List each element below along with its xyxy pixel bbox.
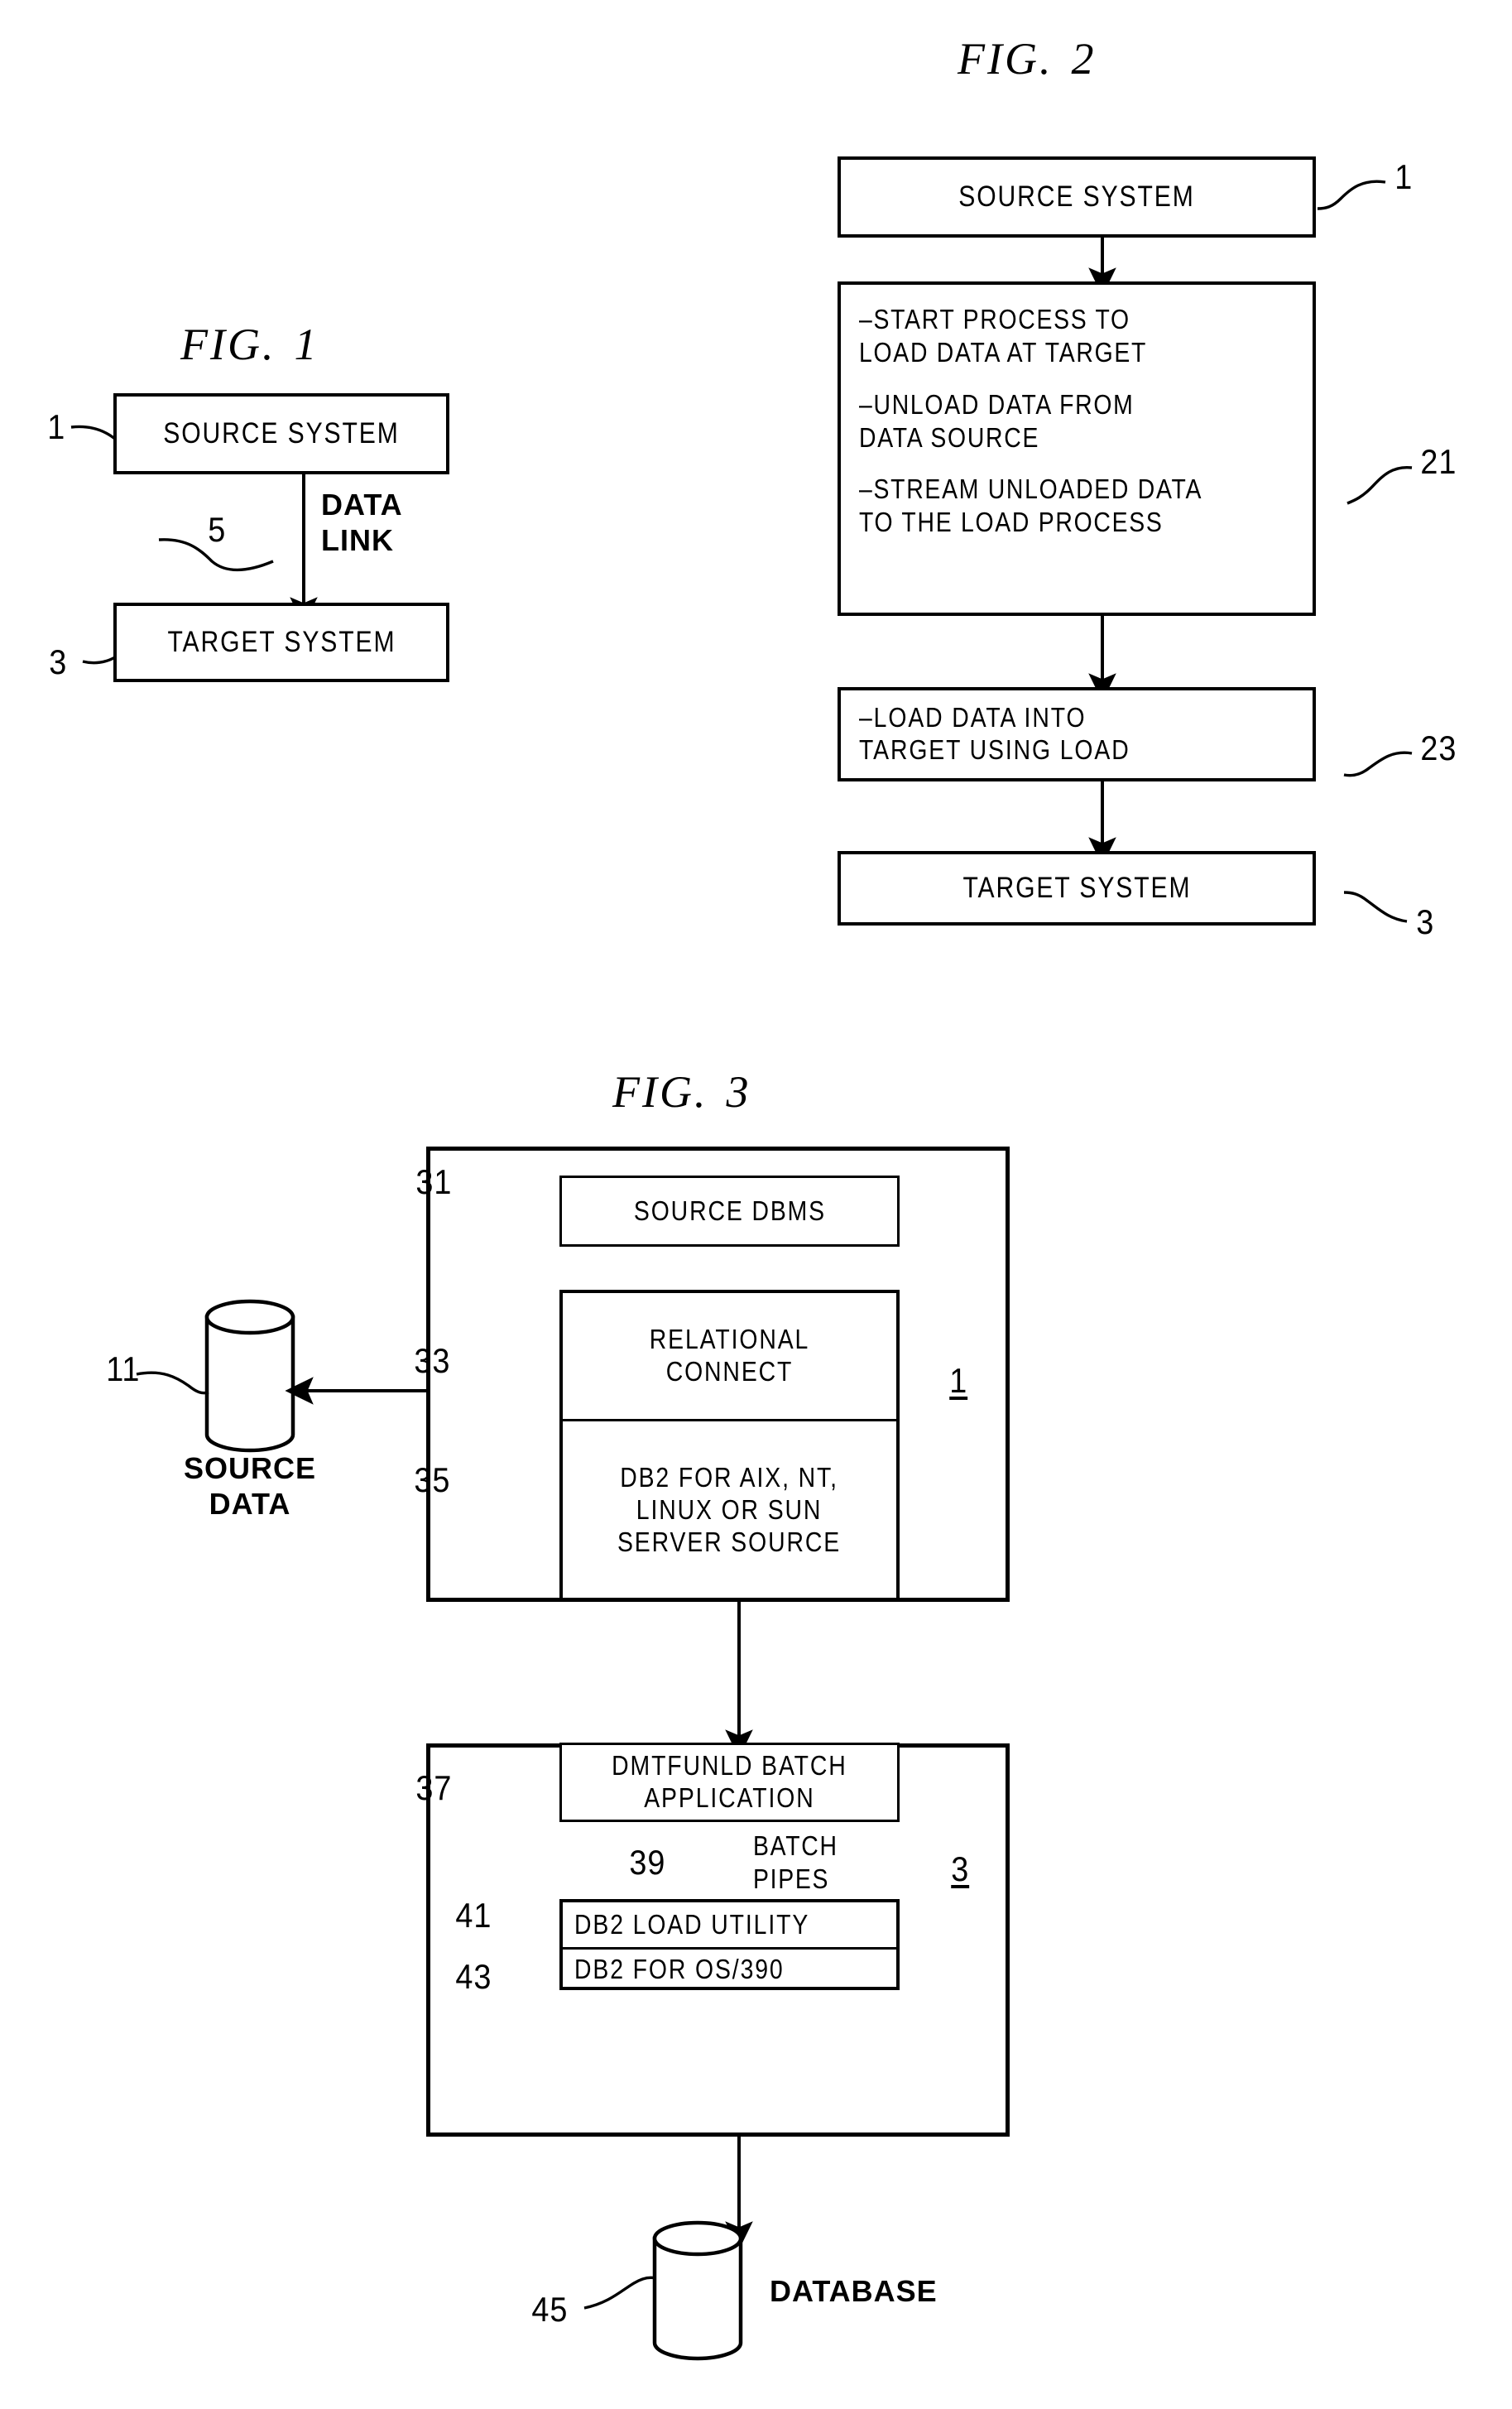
leader-line-fig2-ref21 — [1346, 466, 1413, 505]
fig2-load-label: –LOAD DATA INTO TARGET USING LOAD — [859, 702, 1130, 765]
fig2-process-line-1: –START PROCESS TO LOAD DATA AT TARGET — [859, 304, 1148, 368]
fig1-data-link-label: DATA LINK — [321, 488, 403, 558]
fig3-title: FIG. 3 — [612, 1066, 751, 1118]
fig3-db2-os390-box[interactable]: DB2 FOR OS/390 — [563, 1947, 896, 1990]
fig3-ref-43: 43 — [455, 1957, 492, 1996]
fig3-relational-connect-label: RELATIONAL CONNECT — [649, 1324, 810, 1387]
fig1-target-system-label: TARGET SYSTEM — [166, 626, 396, 659]
fig3-source-dbms-label: SOURCE DBMS — [633, 1195, 826, 1226]
leader-line-fig2-ref1 — [1317, 180, 1386, 210]
fig3-source-dbms-box[interactable]: SOURCE DBMS — [559, 1176, 900, 1247]
fig2-title-prefix: FIG. — [958, 34, 1054, 84]
fig3-dmtfunld-label: DMTFUNLD BATCH APPLICATION — [612, 1750, 847, 1813]
database-cylinder — [652, 2220, 743, 2361]
fig2-title: FIG. 2 — [958, 33, 1096, 84]
fig2-process-box[interactable]: –START PROCESS TO LOAD DATA AT TARGET –U… — [838, 281, 1316, 616]
fig3-ref-39: 39 — [629, 1843, 666, 1882]
fig2-ref-23: 23 — [1420, 728, 1457, 767]
fig3-relational-connect-box[interactable]: RELATIONAL CONNECT — [563, 1293, 896, 1419]
fig3-db2-load-utility-box[interactable]: DB2 LOAD UTILITY — [563, 1902, 896, 1947]
fig3-connect-source-stack[interactable]: RELATIONAL CONNECT DB2 FOR AIX, NT, LINU… — [559, 1290, 900, 1601]
fig3-dmtfunld-box[interactable]: DMTFUNLD BATCH APPLICATION — [559, 1743, 900, 1822]
fig1-ref-5: 5 — [208, 510, 227, 549]
fig1-ref-3: 3 — [49, 642, 68, 681]
fig2-source-system-label: SOURCE SYSTEM — [958, 180, 1195, 214]
fig3-ref-37: 37 — [415, 1768, 453, 1807]
fig3-db2-load-utility-label: DB2 LOAD UTILITY — [574, 1908, 810, 1940]
fig2-ref-1: 1 — [1394, 157, 1414, 196]
fig3-ref-45: 45 — [531, 2290, 569, 2329]
fig2-target-system-label: TARGET SYSTEM — [962, 872, 1192, 905]
leader-line-fig3-ref11 — [136, 1371, 209, 1395]
fig3-ref-33: 33 — [414, 1341, 451, 1380]
fig3-db2-os390-label: DB2 FOR OS/390 — [574, 1954, 785, 1985]
fig2-process-line-3: –STREAM UNLOADED DATA TO THE LOAD PROCES… — [859, 474, 1203, 538]
fig3-target-container-ref-3: 3 — [951, 1849, 970, 1888]
fig1-title-prefix: FIG. — [180, 320, 276, 369]
fig2-load-box[interactable]: –LOAD DATA INTO TARGET USING LOAD — [838, 687, 1316, 781]
fig1-source-system-box[interactable]: SOURCE SYSTEM — [113, 393, 449, 474]
leader-line-fig3-ref45 — [583, 2276, 656, 2310]
fig3-db2-stack[interactable]: DB2 LOAD UTILITY DB2 FOR OS/390 — [559, 1899, 900, 1990]
fig3-source-data-label: SOURCE DATA — [183, 1451, 317, 1522]
fig2-source-system-box[interactable]: SOURCE SYSTEM — [838, 156, 1316, 238]
fig3-ref-41: 41 — [455, 1896, 492, 1935]
leader-line-fig2-ref3 — [1343, 891, 1408, 923]
fig3-source-container-ref-1: 1 — [949, 1361, 968, 1400]
fig2-ref-3: 3 — [1416, 902, 1435, 941]
fig1-source-system-label: SOURCE SYSTEM — [163, 417, 400, 450]
fig3-ref-31: 31 — [415, 1162, 453, 1201]
fig1-title: FIG. 1 — [180, 319, 319, 370]
fig3-ref-35: 35 — [414, 1460, 451, 1499]
fig3-db2-source-label: DB2 FOR AIX, NT, LINUX OR SUN SERVER SOU… — [617, 1462, 842, 1557]
fig3-db2-source-box[interactable]: DB2 FOR AIX, NT, LINUX OR SUN SERVER SOU… — [563, 1419, 896, 1599]
fig1-ref-1: 1 — [47, 407, 66, 446]
leader-line-fig2-ref23 — [1343, 751, 1413, 777]
fig1-title-number: 1 — [294, 320, 319, 369]
fig3-title-number: 3 — [726, 1067, 751, 1117]
fig3-ref-11: 11 — [106, 1349, 141, 1388]
fig2-process-line-2: –UNLOAD DATA FROM DATA SOURCE — [859, 388, 1135, 453]
fig3-batch-pipes-label: BATCH PIPES — [753, 1830, 838, 1894]
fig2-ref-21: 21 — [1420, 442, 1457, 481]
source-data-cylinder — [204, 1299, 295, 1453]
fig3-database-label: DATABASE — [770, 2274, 938, 2308]
fig3-title-prefix: FIG. — [612, 1067, 708, 1117]
fig2-target-system-box[interactable]: TARGET SYSTEM — [838, 851, 1316, 926]
fig2-title-number: 2 — [1071, 34, 1097, 84]
fig1-target-system-box[interactable]: TARGET SYSTEM — [113, 603, 449, 682]
